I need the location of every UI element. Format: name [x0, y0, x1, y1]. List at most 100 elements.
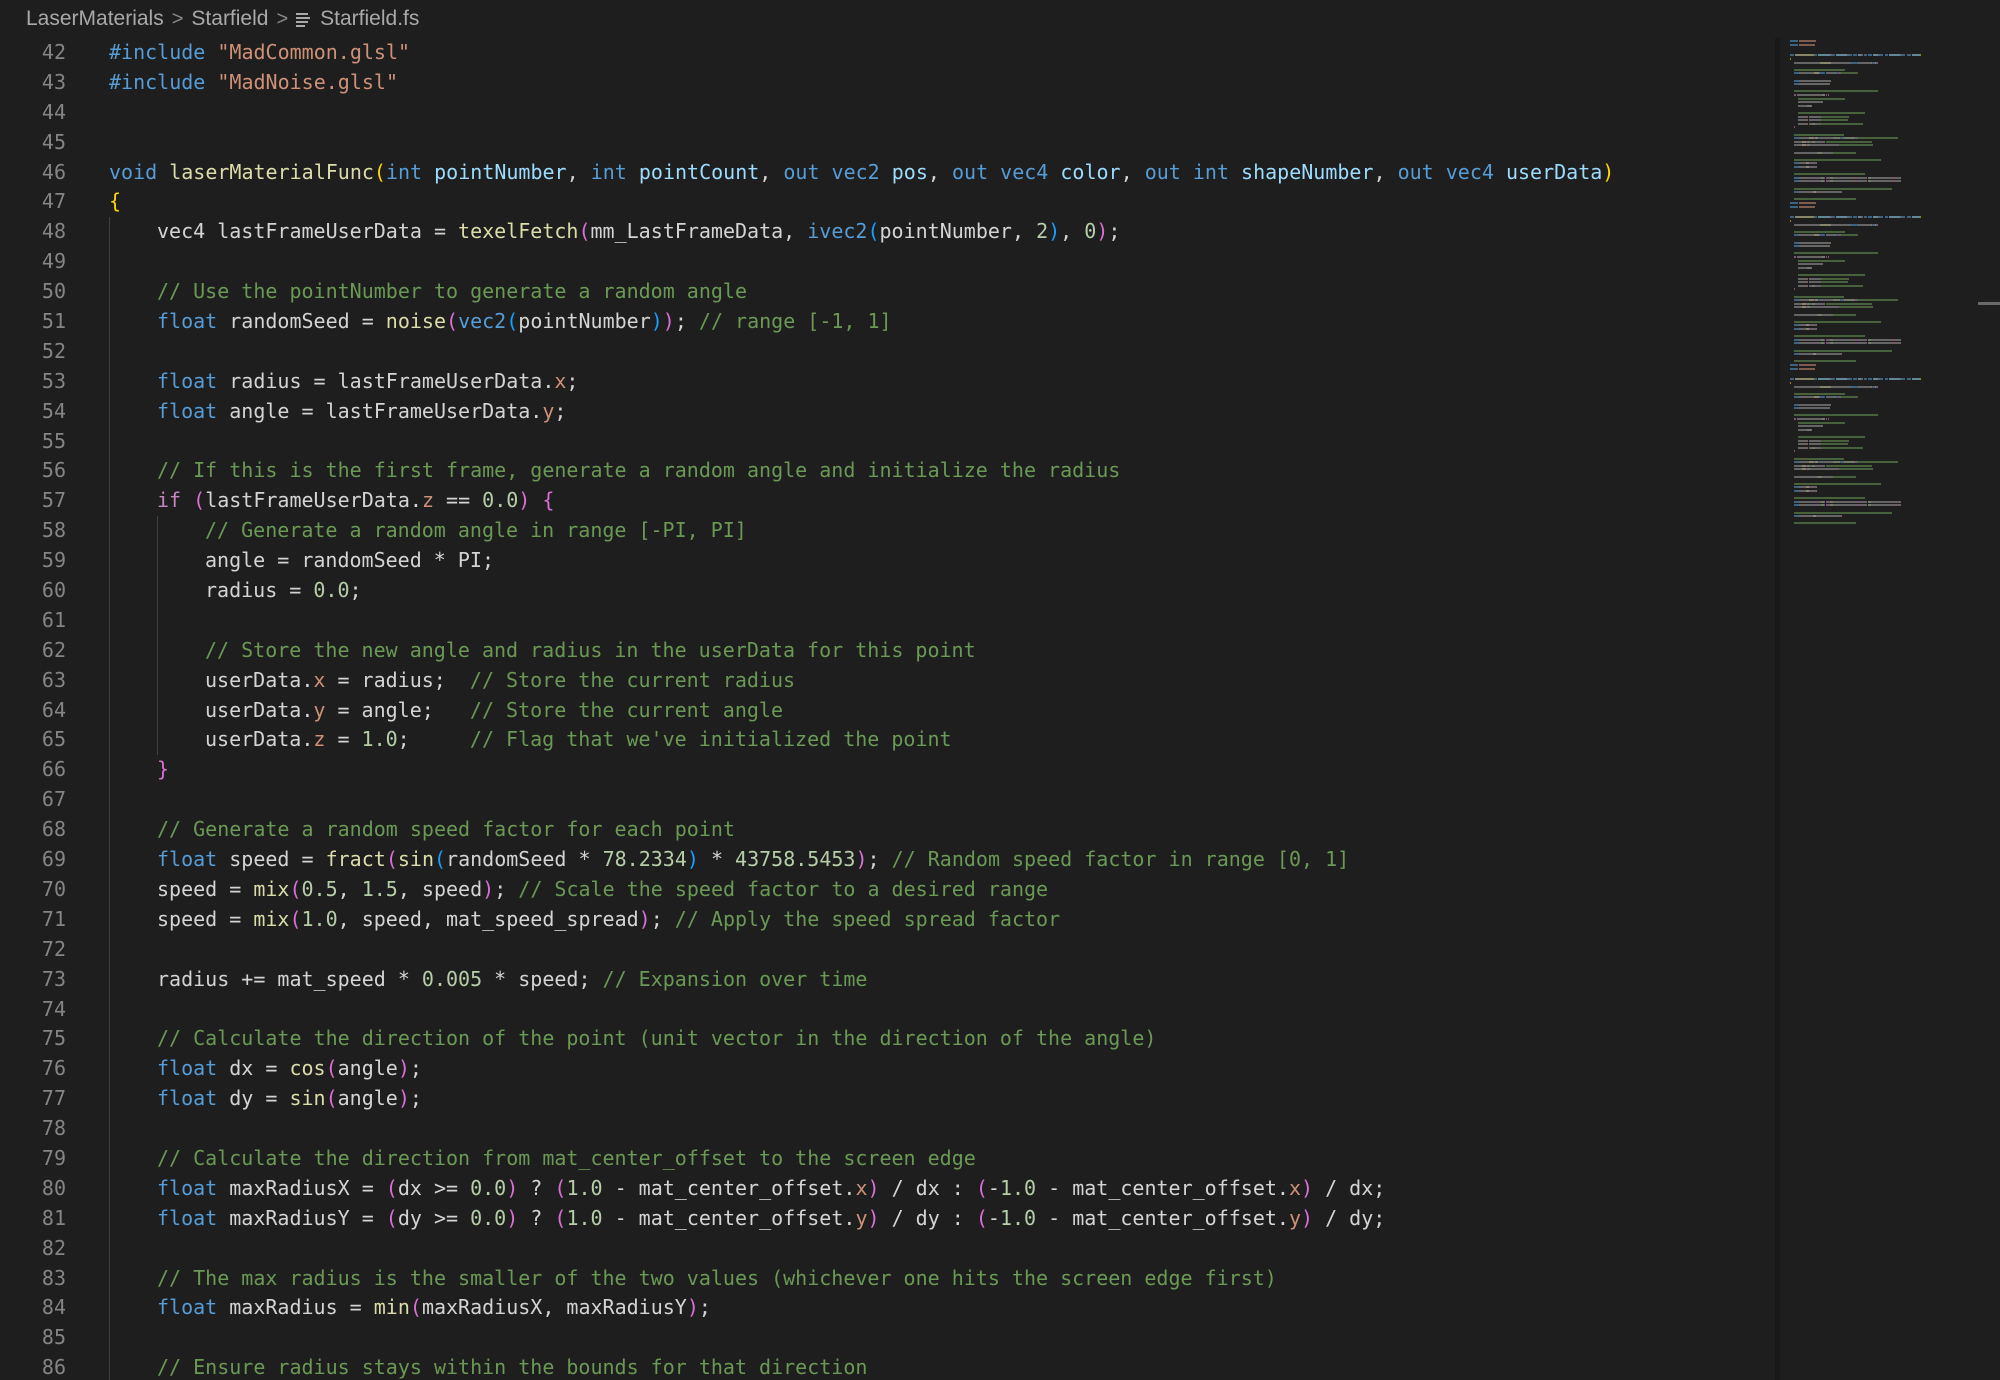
code-token: ): [1301, 1205, 1314, 1230]
code-line[interactable]: 80 float maxRadiusX = (dx >= 0.0) ? (1.0 …: [0, 1173, 1775, 1204]
indent-guide: [109, 516, 110, 547]
code-line[interactable]: 72: [0, 934, 1775, 965]
code-line[interactable]: 68 // Generate a random speed factor for …: [0, 815, 1775, 846]
code-line[interactable]: 57 if (lastFrameUserData.z == 0.0) {: [0, 486, 1775, 517]
minimap-token: [1832, 504, 1855, 507]
code-line[interactable]: 55: [0, 426, 1775, 457]
code-line[interactable]: 82: [0, 1233, 1775, 1264]
code-line[interactable]: 74: [0, 994, 1775, 1025]
code-token: = radius;: [325, 667, 470, 692]
code-token: sin: [289, 1086, 326, 1111]
code-token: 1.0: [999, 1175, 1037, 1200]
code-line[interactable]: 52: [0, 336, 1775, 367]
minimap-token: [1884, 378, 1888, 381]
code-token: speed =: [157, 906, 254, 931]
code-token: float: [157, 368, 218, 393]
line-number: 52: [41, 338, 66, 363]
code-token: 1.0: [301, 906, 338, 931]
indent-guide: [109, 1114, 110, 1144]
minimap-token: [1794, 288, 1796, 291]
minimap-token: [1790, 220, 1792, 222]
code-token: (: [433, 847, 447, 872]
code-line[interactable]: 69 float speed = fract(sin(randomSeed * 7…: [0, 845, 1775, 875]
code-line[interactable]: 43 #include "MadNoise.glsl": [0, 68, 1775, 98]
breadcrumb-item-lasermaterials[interactable]: LaserMaterials: [26, 7, 164, 31]
code-line[interactable]: 62 // Store the new angle and radius in t…: [0, 635, 1775, 666]
line-number: 82: [41, 1235, 66, 1260]
minimap-token: [1799, 72, 1814, 75]
code-line[interactable]: 70 speed = mix(0.5, 1.5, speed); // Scale…: [0, 874, 1775, 905]
code-line[interactable]: 60 radius = 0.0;: [0, 576, 1775, 606]
breadcrumb-item-starfield[interactable]: Starfield: [191, 7, 268, 31]
breadcrumb-item-file[interactable]: Starfield.fs: [320, 7, 419, 31]
code-line[interactable]: 81 float maxRadiusY = (dy >= 0.0) ? (1.0 …: [0, 1203, 1775, 1234]
code-token: 1.0: [361, 727, 398, 752]
code-editor[interactable]: 42 #include "MadCommon.glsl" 43 #include "M…: [0, 38, 1775, 1380]
code-line[interactable]: 67: [0, 785, 1775, 816]
code-line[interactable]: 61: [0, 605, 1775, 636]
code-line[interactable]: 54 float angle = lastFrameUserData.y;: [0, 396, 1775, 427]
code-line[interactable]: 73 radius += mat_speed * 0.005 * speed; /…: [0, 964, 1775, 995]
minimap-token: [1870, 338, 1893, 341]
code-line[interactable]: 47 {: [0, 187, 1775, 217]
code-text: // Store the new angle and radius in the…: [205, 636, 976, 666]
minimap-token: [1841, 396, 1859, 399]
code-line[interactable]: 42 #include "MadCommon.glsl": [0, 38, 1775, 68]
code-line[interactable]: 44: [0, 98, 1775, 128]
code-line[interactable]: 46 void laserMaterialFunc(int pointNumber…: [0, 158, 1775, 188]
code-line[interactable]: 78: [0, 1114, 1775, 1144]
code-token: maxRadiusY =: [217, 1205, 386, 1230]
code-line[interactable]: 56 // If this is the first frame, generat…: [0, 456, 1775, 487]
code-token: min: [373, 1295, 410, 1320]
line-number: 81: [41, 1205, 66, 1230]
minimap-token: [1794, 464, 1803, 467]
code-line[interactable]: 64 userData.y = angle; // Store the curre…: [0, 695, 1775, 726]
code-line[interactable]: 75 // Calculate the direction of the poin…: [0, 1024, 1775, 1055]
code-line[interactable]: 84 float maxRadius = min(maxRadiusX, maxR…: [0, 1293, 1775, 1324]
indent-guide: [157, 605, 158, 636]
minimap-token: [1799, 500, 1814, 503]
minimap[interactable]: [1780, 38, 1980, 1380]
code-line[interactable]: 71 speed = mix(1.0, speed, mat_speed_spre…: [0, 904, 1775, 935]
minimap-token: [1839, 144, 1873, 147]
minimap-token: [1809, 468, 1836, 471]
code-line[interactable]: 49: [0, 247, 1775, 278]
code-line[interactable]: 53 float radius = lastFrameUserData.x;: [0, 366, 1775, 397]
code-token: maxRadiusX, maxRadiusY: [421, 1295, 687, 1320]
code-line[interactable]: 58 // Generate a random angle in range [-…: [0, 516, 1775, 547]
minimap-token: [1832, 151, 1856, 154]
code-token: (: [289, 906, 302, 931]
code-line[interactable]: 86 // Ensure radius stays within the boun…: [0, 1353, 1775, 1380]
code-line[interactable]: 85: [0, 1323, 1775, 1354]
minimap-token: [1798, 443, 1808, 446]
code-line[interactable]: 48 vec4 lastFrameUserData = texelFetch(mm…: [0, 217, 1775, 248]
minimap-token: [1799, 202, 1817, 204]
code-line[interactable]: 79 // Calculate the direction from mat_ce…: [0, 1143, 1775, 1174]
minimap-token: [1799, 191, 1813, 194]
code-line[interactable]: 45: [0, 128, 1775, 158]
minimap-token: [1841, 191, 1843, 194]
code-token: ): [506, 1205, 519, 1230]
code-token: ): [506, 1175, 519, 1200]
indent-guide: [109, 1084, 110, 1115]
code-line[interactable]: 83 // The max radius is the smaller of th…: [0, 1263, 1775, 1294]
code-line[interactable]: 66}: [0, 755, 1775, 786]
code-line[interactable]: 63 userData.x = radius; // Store the curr…: [0, 665, 1775, 696]
scrollbar-thumb[interactable]: [1978, 302, 2000, 305]
line-number: 75: [41, 1026, 66, 1051]
line-number: 60: [41, 578, 66, 603]
code-line[interactable]: 51 float randomSeed = noise(vec2(pointNum…: [0, 307, 1775, 337]
code-line[interactable]: 65 userData.z = 1.0; // Flag that we've i…: [0, 725, 1775, 756]
code-line[interactable]: 77 float dy = sin(angle);: [0, 1084, 1775, 1115]
code-token: (: [373, 159, 386, 184]
indent-guide: [109, 366, 110, 397]
code-line[interactable]: 50 // Use the pointNumber to generate a r…: [0, 277, 1775, 308]
code-token: out: [1397, 159, 1434, 184]
code-line[interactable]: 76 float dx = cos(angle);: [0, 1054, 1775, 1085]
minimap-token: [1821, 277, 1850, 280]
code-token: ?: [518, 1175, 555, 1200]
code-line[interactable]: 59 angle = randomSeed * PI;: [0, 546, 1775, 577]
